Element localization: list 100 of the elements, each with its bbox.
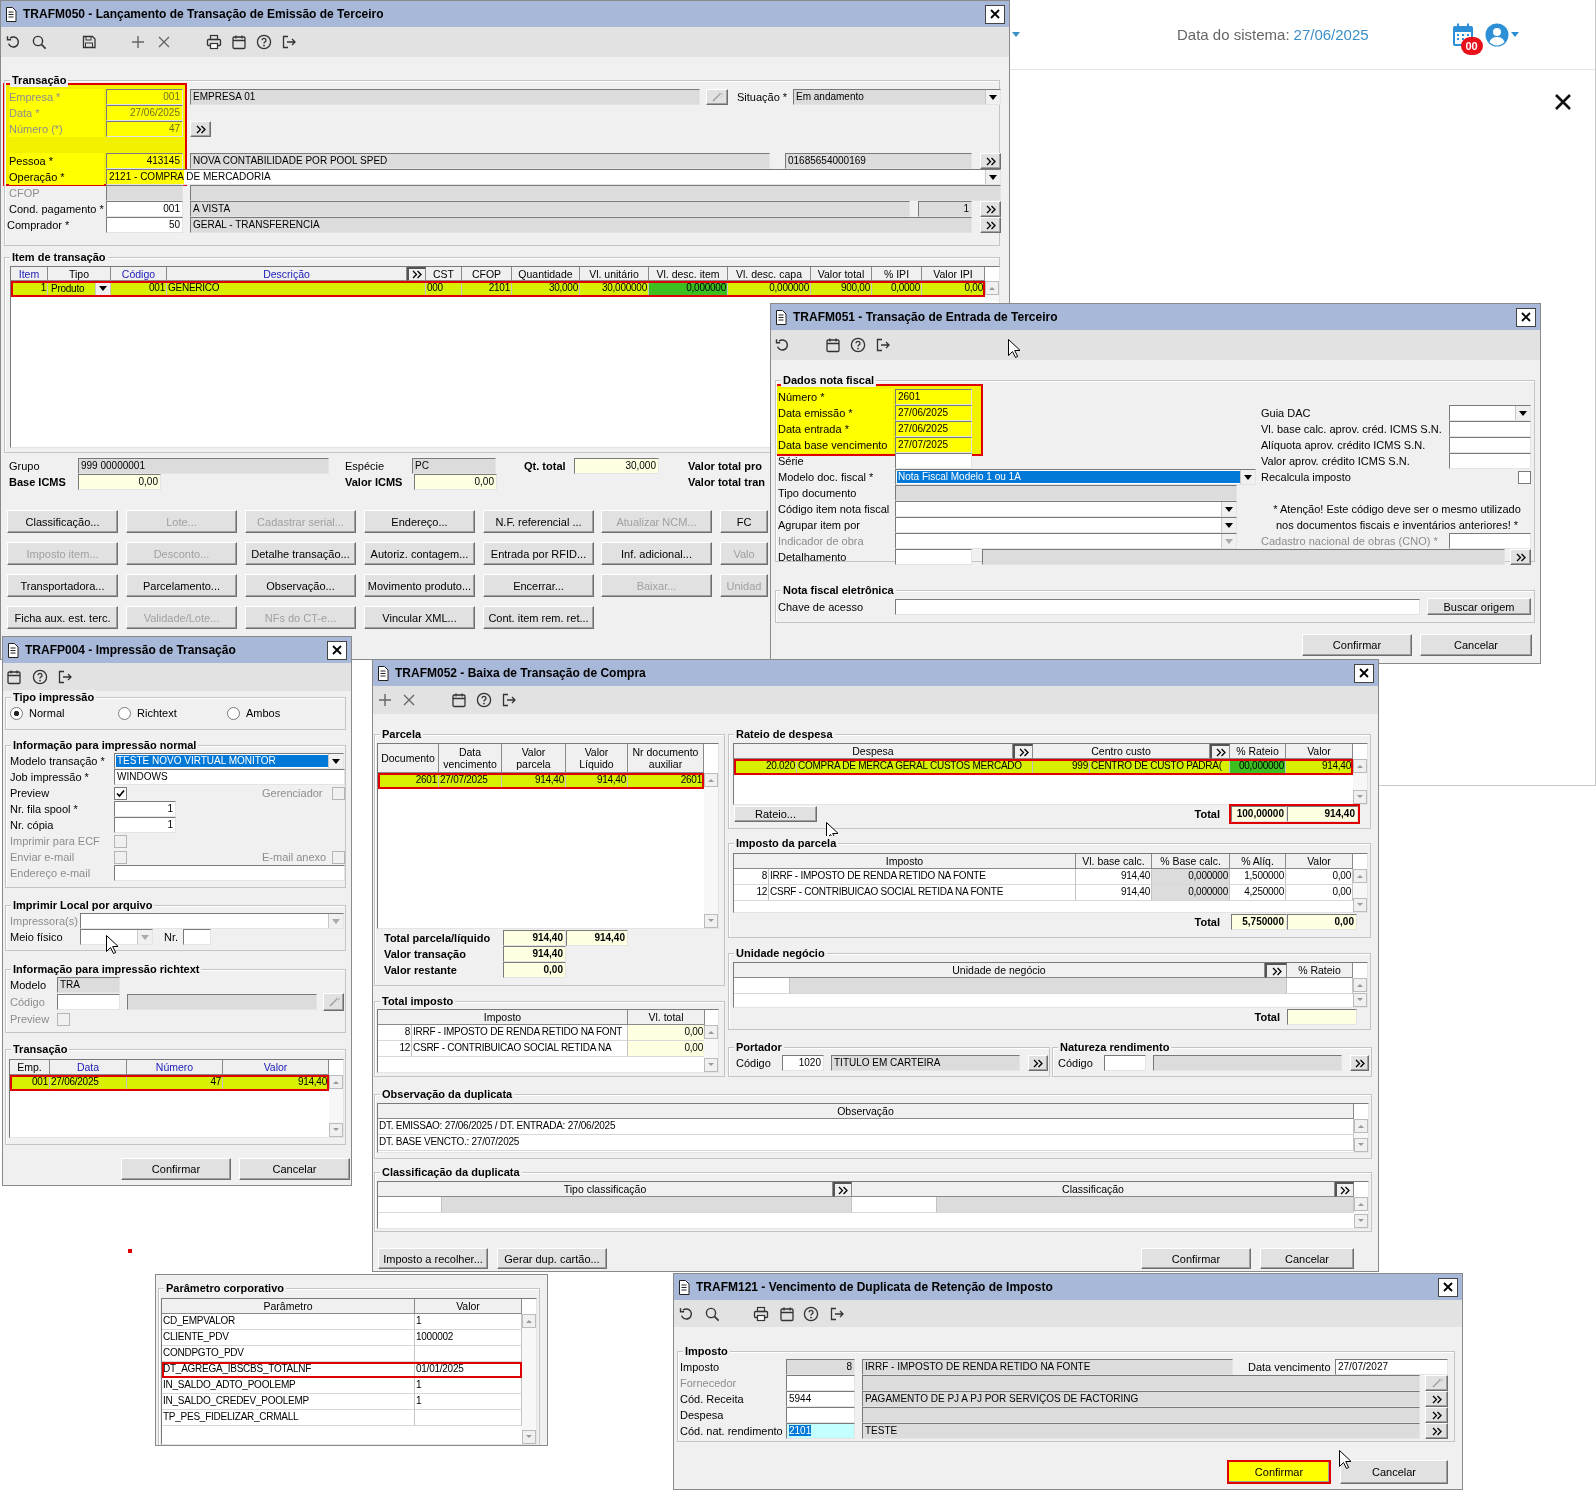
table-row[interactable]: DT. BASE VENCTO.: 27/07/2025 bbox=[378, 1135, 1354, 1151]
close-button[interactable] bbox=[985, 4, 1005, 24]
help-icon[interactable] bbox=[803, 1305, 819, 1322]
printer-icon[interactable] bbox=[753, 1305, 769, 1322]
dialog-button[interactable]: Confirmar bbox=[1227, 1460, 1331, 1484]
close-button[interactable] bbox=[1516, 307, 1536, 327]
help-icon[interactable] bbox=[476, 692, 492, 708]
dropdown[interactable] bbox=[895, 517, 1237, 533]
calendar-icon[interactable] bbox=[231, 34, 247, 50]
table-row[interactable]: DT_AGREGA_IBSCBS_TOTALNF 01/01/2025 bbox=[162, 1362, 522, 1378]
input-field[interactable] bbox=[862, 1407, 1420, 1423]
table-row[interactable]: 20.020 COMPRA DE MERCA GERAL CUSTOS MERCADO 999 CENTRO DE CUSTO PADRA( 00,000000 914,40 bbox=[734, 759, 1353, 775]
dialog-button[interactable]: Parcelamento... bbox=[126, 574, 237, 597]
input-field[interactable] bbox=[895, 485, 1237, 501]
dialog-button[interactable]: Ficha aux. est. terc. bbox=[7, 606, 118, 629]
dialog-button[interactable]: Transportadora... bbox=[7, 574, 118, 597]
input-field[interactable]: TRA bbox=[57, 977, 120, 993]
input-field[interactable] bbox=[862, 1375, 1420, 1391]
floppy-icon[interactable] bbox=[81, 34, 97, 50]
input-field[interactable]: PAGAMENTO DE PJ A PJ POR SERVIÇOS DE FACTORING bbox=[862, 1391, 1420, 1407]
input-field[interactable]: 0,00 bbox=[78, 474, 161, 490]
input-field[interactable]: 01685654000169 bbox=[785, 153, 972, 169]
table-row[interactable]: CD_EMPVALOR 1 bbox=[162, 1314, 522, 1330]
input-field[interactable]: IRRF - IMPOSTO DE RENDA RETIDO NA FONTE bbox=[862, 1359, 1233, 1375]
input-field[interactable]: 100,00000 bbox=[1231, 806, 1287, 822]
input-field[interactable]: 413145 bbox=[106, 153, 183, 169]
input-field[interactable]: 1 bbox=[114, 801, 176, 817]
input-field[interactable]: TESTE bbox=[862, 1423, 1420, 1439]
input-field[interactable]: 0,00 bbox=[414, 474, 497, 490]
radio-button[interactable]: Richtext bbox=[118, 705, 198, 721]
table-row[interactable]: 8 IRRF - IMPOSTO DE RENDA RETIDO NA FONT 0,00 bbox=[378, 1025, 704, 1041]
dialog-button[interactable]: Confirmar bbox=[1141, 1248, 1251, 1269]
dropdown[interactable]: Produto bbox=[48, 281, 111, 297]
dialog-button[interactable]: Endereço... bbox=[364, 510, 475, 533]
input-field[interactable]: 50 bbox=[106, 217, 183, 233]
dialog-button[interactable]: Imposto a recolher... bbox=[378, 1248, 488, 1269]
input-field[interactable]: 0,00 bbox=[503, 962, 566, 978]
input-field[interactable] bbox=[786, 1375, 855, 1391]
input-field[interactable] bbox=[982, 549, 1505, 565]
scrollbar[interactable] bbox=[522, 1314, 536, 1444]
input-field[interactable] bbox=[1449, 437, 1531, 453]
dropdown[interactable]: Nota Fiscal Modelo 1 ou 1A bbox=[895, 469, 1256, 485]
dialog-button[interactable]: Confirmar bbox=[1302, 634, 1412, 656]
scrollbar[interactable] bbox=[329, 1075, 343, 1137]
close-button[interactable] bbox=[1354, 663, 1374, 683]
dropdown[interactable]: TESTE NOVO VIRTUAL MONITOR bbox=[114, 753, 344, 769]
table-row[interactable]: IN_SALDO_CREDEV_POOLEMP 1 bbox=[162, 1394, 522, 1410]
input-field[interactable]: 8 bbox=[786, 1359, 855, 1375]
input-field[interactable] bbox=[895, 549, 972, 565]
table-row[interactable]: 001 27/06/2025 47 914,40 bbox=[10, 1075, 329, 1091]
user-avatar-icon[interactable] bbox=[1484, 22, 1509, 47]
input-field[interactable]: 27/06/2025 bbox=[895, 405, 972, 421]
input-field[interactable] bbox=[1104, 1055, 1146, 1071]
input-field[interactable]: 5,750000 bbox=[1231, 914, 1287, 930]
dialog-button[interactable]: Classificação... bbox=[7, 510, 118, 533]
checkbox[interactable] bbox=[114, 786, 127, 800]
input-field[interactable] bbox=[127, 994, 317, 1010]
input-field[interactable]: PC bbox=[412, 458, 496, 474]
plus-icon[interactable] bbox=[130, 34, 146, 50]
checkbox[interactable] bbox=[1518, 470, 1531, 484]
input-field[interactable]: 5944 bbox=[786, 1391, 855, 1407]
dropdown[interactable] bbox=[1449, 405, 1531, 421]
input-field[interactable]: 27/07/2025 bbox=[895, 437, 972, 453]
input-field[interactable] bbox=[57, 994, 120, 1010]
wand-button[interactable] bbox=[323, 993, 344, 1011]
input-field[interactable] bbox=[1153, 1055, 1342, 1071]
radio-button[interactable]: Normal bbox=[10, 705, 90, 721]
dialog-button[interactable]: Entrada por RFID... bbox=[483, 542, 594, 565]
dialog-button[interactable]: Cont. item rem. ret... bbox=[483, 606, 594, 629]
dialog-button[interactable]: Movimento produto... bbox=[364, 574, 475, 597]
input-field[interactable]: TITULO EM CARTEIRA bbox=[831, 1055, 1020, 1071]
table-row[interactable]: 12 CSRF - CONTRIBUICAO SOCIAL RETIDA NA FONTE 914,40 0,000000 4,250000 0,00 bbox=[734, 885, 1353, 901]
exit-icon[interactable] bbox=[501, 692, 517, 708]
scrollbar[interactable] bbox=[704, 773, 718, 928]
input-field[interactable]: 2601 bbox=[895, 389, 972, 405]
cross-icon[interactable] bbox=[156, 34, 172, 50]
plus-icon[interactable] bbox=[377, 692, 393, 708]
refresh-icon[interactable] bbox=[5, 34, 21, 50]
dialog-button[interactable]: Encerrar... bbox=[483, 574, 594, 597]
input-field[interactable] bbox=[114, 865, 345, 881]
scrollbar[interactable] bbox=[1353, 759, 1367, 804]
more-button[interactable] bbox=[407, 267, 426, 281]
input-field[interactable] bbox=[1449, 533, 1531, 549]
dialog-button[interactable]: Vincular XML... bbox=[364, 606, 475, 629]
wand-button[interactable] bbox=[706, 89, 728, 105]
input-field[interactable]: 914,40 bbox=[503, 946, 566, 962]
more-button[interactable] bbox=[1335, 1182, 1354, 1197]
input-field[interactable]: 1020 bbox=[782, 1055, 824, 1071]
scrollbar[interactable] bbox=[1354, 1119, 1368, 1152]
table-row[interactable]: IN_SALDO_ADTO_POOLEMP 1 bbox=[162, 1378, 522, 1394]
wand-button[interactable] bbox=[1425, 1375, 1448, 1391]
dialog-button[interactable]: Autoriz. contagem... bbox=[364, 542, 475, 565]
close-button[interactable] bbox=[1438, 1277, 1458, 1297]
refresh-icon[interactable] bbox=[678, 1305, 694, 1322]
input-field[interactable] bbox=[1287, 1009, 1357, 1025]
input-field[interactable]: NOVA CONTABILIDADE POR POOL SPED bbox=[190, 153, 770, 169]
dialog-button[interactable]: N.F. referencial ... bbox=[483, 510, 594, 533]
table-row[interactable]: 2601 27/07/2025 914,40 914,40 2601 bbox=[378, 773, 704, 789]
calendar-icon[interactable] bbox=[451, 692, 467, 708]
table-row[interactable]: CLIENTE_PDV 1000002 bbox=[162, 1330, 522, 1346]
